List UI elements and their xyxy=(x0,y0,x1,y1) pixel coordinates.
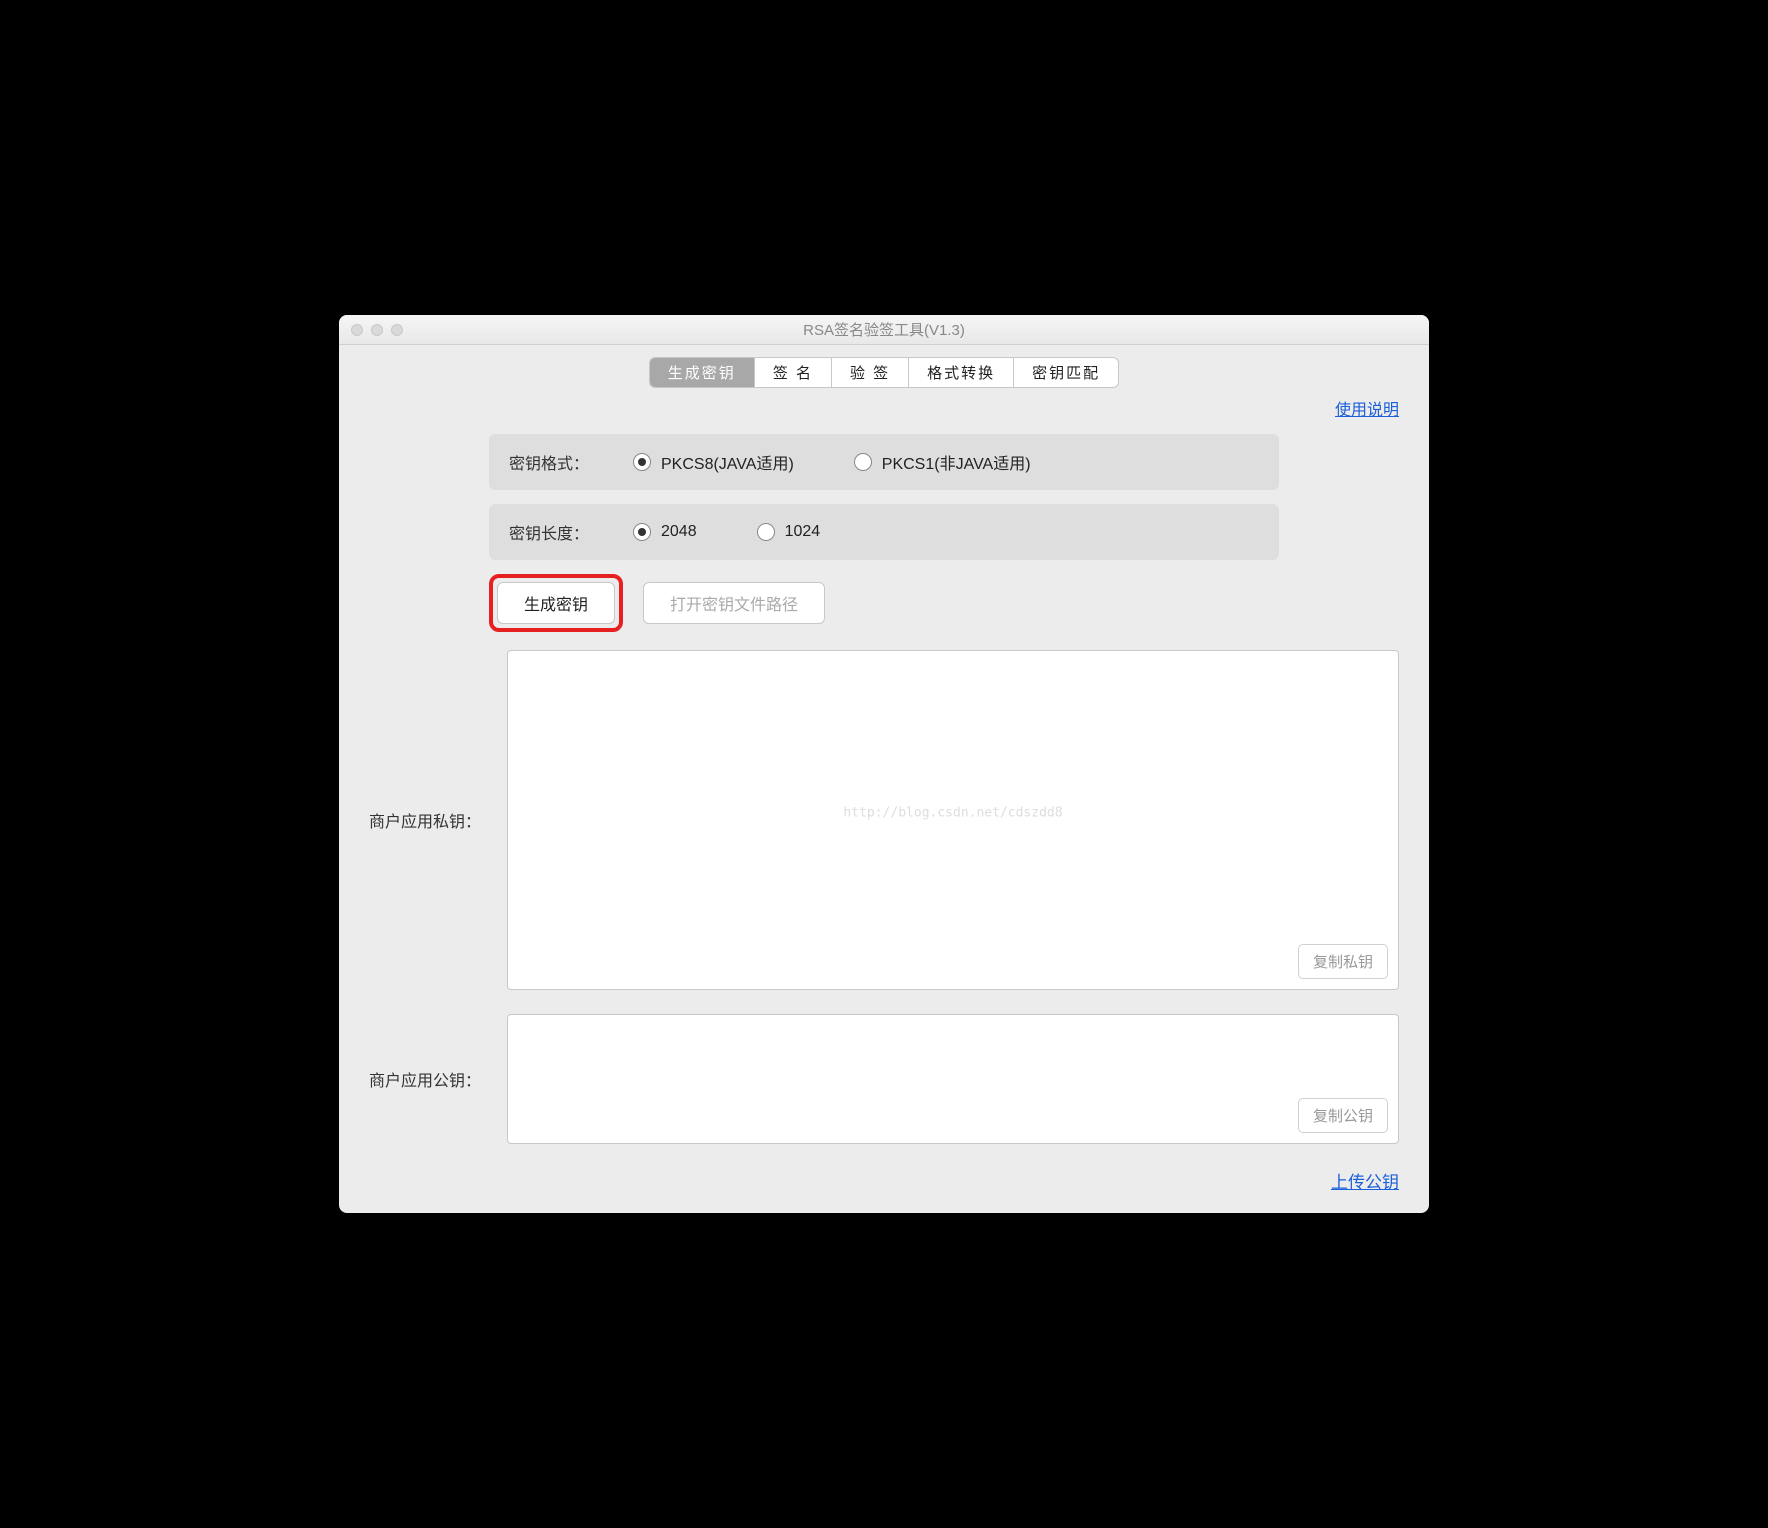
window-title: RSA签名验签工具(V1.3) xyxy=(339,319,1429,340)
generate-key-button[interactable]: 生成密钥 xyxy=(497,582,615,624)
minimize-icon[interactable] xyxy=(371,324,383,336)
key-format-label: 密钥格式： xyxy=(509,450,599,474)
public-key-row: 商户应用公钥： 复制公钥 xyxy=(369,1014,1399,1144)
generate-highlight: 生成密钥 xyxy=(489,574,623,632)
copy-public-key-button[interactable]: 复制公钥 xyxy=(1298,1098,1388,1133)
key-format-radios: PKCS8(JAVA适用) PKCS1(非JAVA适用) xyxy=(633,450,1031,474)
key-format-row: 密钥格式： PKCS8(JAVA适用) PKCS1(非JAVA适用) xyxy=(489,434,1279,490)
private-key-row: 商户应用私钥： http://blog.csdn.net/cdszdd8 复制私… xyxy=(369,650,1399,990)
tab-format-convert[interactable]: 格式转换 xyxy=(909,358,1014,387)
radio-icon xyxy=(633,523,651,541)
radio-label: PKCS8(JAVA适用) xyxy=(661,450,794,474)
copy-private-key-button[interactable]: 复制私钥 xyxy=(1298,944,1388,979)
tab-bar: 生成密钥 签 名 验 签 格式转换 密钥匹配 xyxy=(359,357,1409,388)
radio-1024[interactable]: 1024 xyxy=(757,523,821,541)
radio-icon xyxy=(757,523,775,541)
content-area: 生成密钥 签 名 验 签 格式转换 密钥匹配 使用说明 密钥格式： PKCS8(… xyxy=(339,345,1429,1213)
radio-2048[interactable]: 2048 xyxy=(633,523,697,541)
radio-label: 2048 xyxy=(661,523,697,541)
app-window: RSA签名验签工具(V1.3) 生成密钥 签 名 验 签 格式转换 密钥匹配 使… xyxy=(339,315,1429,1213)
private-key-label: 商户应用私钥： xyxy=(369,808,489,832)
help-link[interactable]: 使用说明 xyxy=(1335,402,1399,419)
help-link-wrap: 使用说明 xyxy=(369,396,1399,420)
tab-key-match[interactable]: 密钥匹配 xyxy=(1014,358,1118,387)
public-key-textarea[interactable]: 复制公钥 xyxy=(507,1014,1399,1144)
traffic-lights xyxy=(351,324,403,336)
private-key-textarea[interactable]: http://blog.csdn.net/cdszdd8 复制私钥 xyxy=(507,650,1399,990)
maximize-icon[interactable] xyxy=(391,324,403,336)
radio-icon xyxy=(633,453,651,471)
key-length-row: 密钥长度： 2048 1024 xyxy=(489,504,1279,560)
radio-pkcs1[interactable]: PKCS1(非JAVA适用) xyxy=(854,450,1031,474)
upload-public-key-link[interactable]: 上传公钥 xyxy=(1331,1173,1399,1192)
tab-generate-key[interactable]: 生成密钥 xyxy=(650,358,755,387)
tab-group: 生成密钥 签 名 验 签 格式转换 密钥匹配 xyxy=(649,357,1119,388)
upload-link-wrap: 上传公钥 xyxy=(369,1168,1399,1193)
public-key-label: 商户应用公钥： xyxy=(369,1067,489,1091)
radio-icon xyxy=(854,453,872,471)
open-key-path-button[interactable]: 打开密钥文件路径 xyxy=(643,582,825,624)
titlebar: RSA签名验签工具(V1.3) xyxy=(339,315,1429,345)
action-buttons: 生成密钥 打开密钥文件路径 xyxy=(489,574,1279,632)
radio-label: 1024 xyxy=(785,523,821,541)
tab-verify[interactable]: 验 签 xyxy=(832,358,909,387)
close-icon[interactable] xyxy=(351,324,363,336)
key-length-radios: 2048 1024 xyxy=(633,523,820,541)
radio-pkcs8[interactable]: PKCS8(JAVA适用) xyxy=(633,450,794,474)
radio-label: PKCS1(非JAVA适用) xyxy=(882,450,1031,474)
tab-sign[interactable]: 签 名 xyxy=(755,358,832,387)
key-length-label: 密钥长度： xyxy=(509,520,599,544)
watermark-text: http://blog.csdn.net/cdszdd8 xyxy=(843,806,1062,821)
